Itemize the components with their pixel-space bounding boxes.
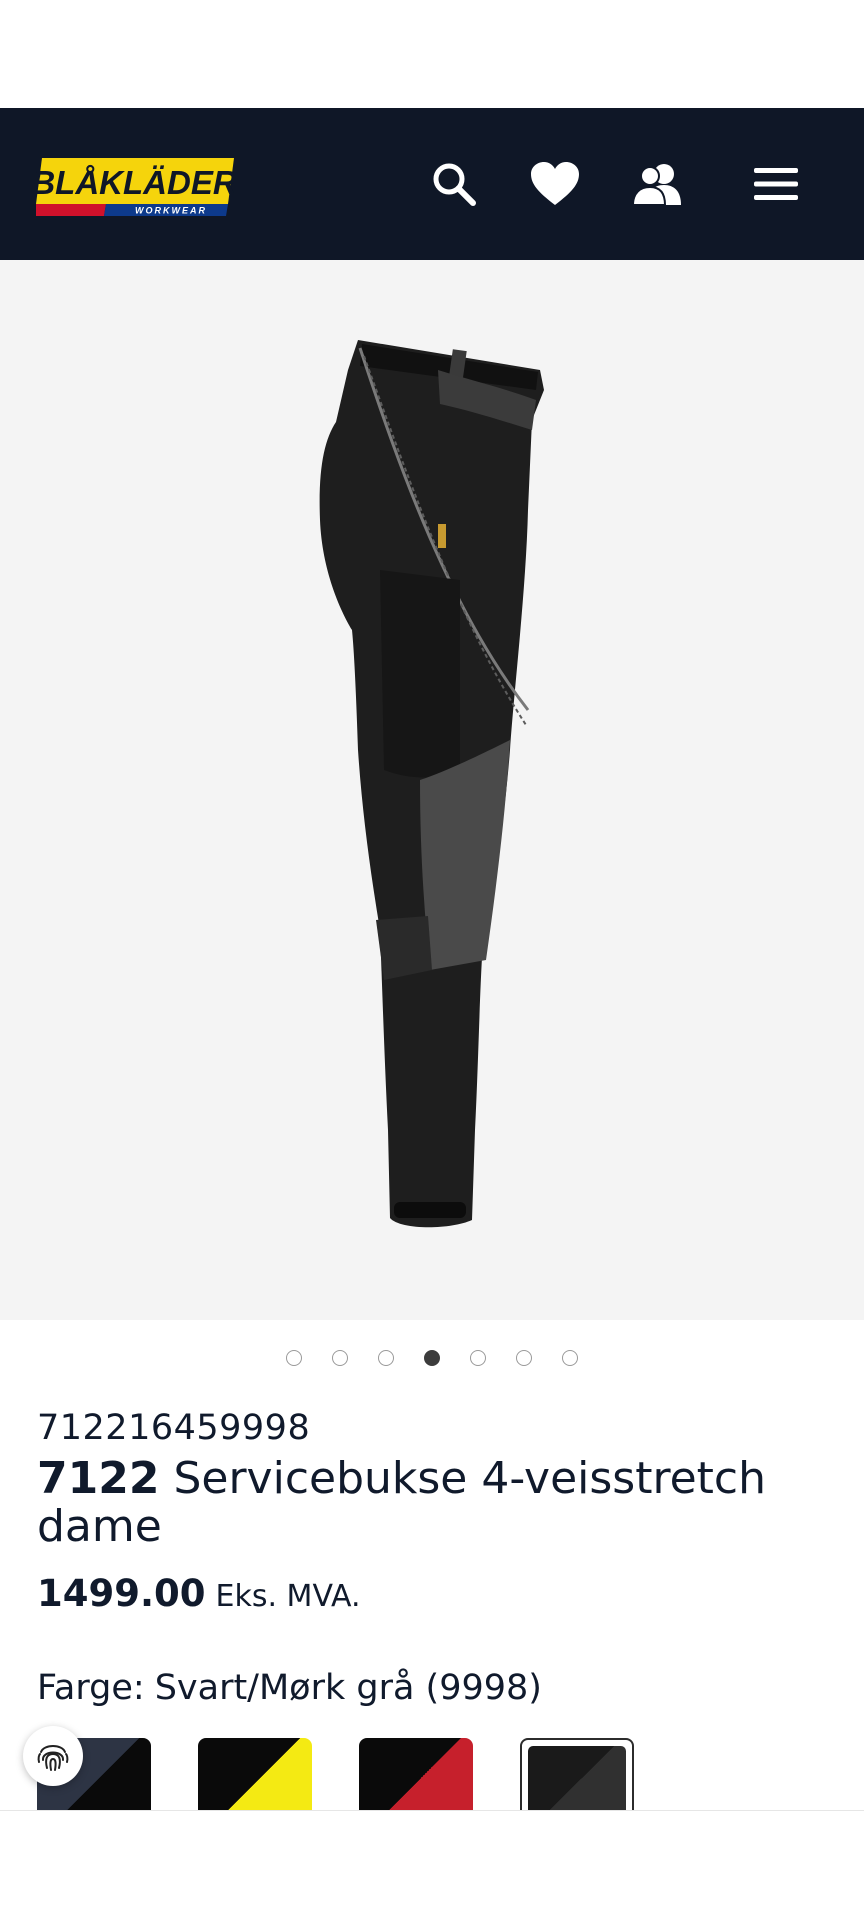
menu-icon [754,168,798,200]
color-label: Farge: [37,1668,145,1708]
color-value: Svart/Mørk grå (9998) [154,1668,542,1708]
search-button[interactable] [422,152,486,216]
wishlist-button[interactable] [523,152,587,216]
gallery-dot[interactable] [470,1350,486,1366]
product-model-number: 7122 [37,1453,160,1504]
logo-text: BLÅKLÄDER [36,164,234,201]
gallery-dot[interactable] [286,1350,302,1366]
brand-logo[interactable]: BLÅKLÄDER WORKWEAR [31,156,237,216]
selected-color: Farge: Svart/Mørk grå (9998) [37,1668,542,1708]
product-title: 7122 Servicebukse 4-veisstretch dame [37,1455,827,1551]
gallery-dot[interactable] [562,1350,578,1366]
heart-icon [531,162,579,205]
swatch-black-dark-grey-selected[interactable] [520,1738,634,1810]
gallery-pagination [0,1350,864,1374]
fingerprint-icon [37,1745,69,1771]
swatch-black-yellow[interactable] [198,1738,312,1810]
gallery-dot[interactable] [516,1350,532,1366]
gallery-dot[interactable] [332,1350,348,1366]
price-row: 1499.00 Eks. MVA. [37,1572,361,1615]
site-header: BLÅKLÄDER WORKWEAR [0,108,864,260]
product-sku: 712216459998 [37,1408,311,1448]
product-price: 1499.00 [37,1572,206,1615]
account-icon [633,164,681,205]
menu-button[interactable] [744,152,808,216]
status-bar [0,0,864,108]
search-icon [433,163,476,206]
account-button[interactable] [625,152,689,216]
fingerprint-consent-button[interactable] [23,1726,83,1786]
logo-subtext: WORKWEAR [135,206,207,216]
gallery-dot-active[interactable] [424,1350,440,1366]
color-swatches [37,1738,864,1810]
vat-note: Eks. MVA. [215,1579,361,1614]
product-image [319,340,544,1228]
bottom-bar [0,1810,864,1920]
gallery-dot[interactable] [378,1350,394,1366]
swatch-black-red[interactable] [359,1738,473,1810]
product-image-gallery[interactable] [0,260,864,1320]
